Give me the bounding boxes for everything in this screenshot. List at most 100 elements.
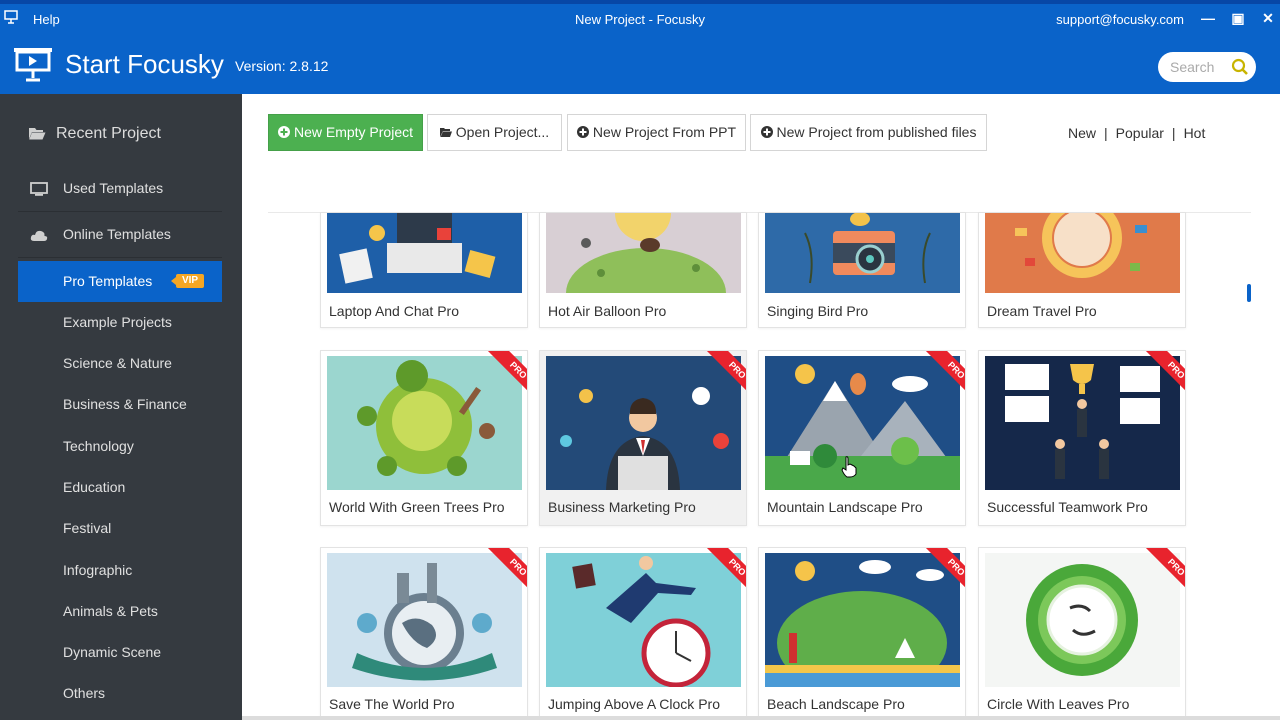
- pro-label: PRO: [706, 548, 746, 598]
- sidebar-item-label: Online Templates: [63, 226, 171, 242]
- maximize-button[interactable]: ▣: [1228, 8, 1248, 28]
- plus-circle-icon: [760, 126, 773, 138]
- sidebar-item-business-finance[interactable]: Business & Finance: [18, 384, 222, 425]
- sidebar-item-example-projects[interactable]: Example Projects: [18, 302, 222, 343]
- sidebar-item-dynamic-scene[interactable]: Dynamic Scene: [18, 632, 222, 673]
- title-bar: Help New Project - Focusky support@focus…: [0, 0, 1280, 38]
- pro-label: PRO: [487, 548, 527, 598]
- pro-ribbon: PRO: [477, 548, 527, 598]
- sidebar-item-technology[interactable]: Technology: [18, 426, 222, 467]
- template-name: Save The World Pro: [329, 696, 455, 712]
- sidebar-item-festival[interactable]: Festival: [18, 508, 222, 549]
- plus-circle-icon: [277, 126, 290, 138]
- separator: |: [1104, 125, 1108, 141]
- pro-ribbon: PRO: [1135, 351, 1185, 401]
- sidebar-item-label: Festival: [63, 520, 112, 536]
- template-thumbnail: [546, 213, 741, 293]
- support-email-link[interactable]: support@focusky.com: [1056, 12, 1184, 27]
- template-card-dream-travel[interactable]: Dream Travel Pro: [978, 212, 1186, 328]
- template-card-world-with-green-trees[interactable]: PRO World With Green Trees Pro: [320, 350, 528, 526]
- sort-hot-link[interactable]: Hot: [1184, 125, 1206, 141]
- sidebar-item-label: Science & Nature: [63, 355, 172, 371]
- pro-ribbon: PRO: [696, 351, 746, 401]
- pro-ribbon: PRO: [915, 351, 965, 401]
- template-name: World With Green Trees Pro: [329, 499, 505, 515]
- template-card-singing-bird[interactable]: Singing Bird Pro: [758, 212, 966, 328]
- sidebar-item-label: Pro Templates: [63, 273, 153, 289]
- sidebar-item-animals-pets[interactable]: Animals & Pets: [18, 591, 222, 632]
- sidebar-item-label: Others: [63, 685, 106, 701]
- new-project-from-ppt-button[interactable]: New Project From PPT: [567, 114, 746, 151]
- sidebar-item-used-templates[interactable]: Used Templates: [18, 166, 222, 212]
- pro-label: PRO: [1145, 548, 1185, 598]
- template-card-successful-teamwork[interactable]: PRO Successful Teamwork Pro: [978, 350, 1186, 526]
- sidebar-item-recent-project[interactable]: Recent Project: [0, 94, 242, 174]
- sort-popular-link[interactable]: Popular: [1116, 125, 1164, 141]
- template-card-laptop-and-chat[interactable]: Laptop And Chat Pro: [320, 212, 528, 328]
- pro-label: PRO: [925, 351, 965, 401]
- template-card-save-the-world[interactable]: PRO Save The World Pro: [320, 547, 528, 720]
- sidebar-item-label: Recent Project: [56, 125, 161, 142]
- template-name: Circle With Leaves Pro: [987, 696, 1130, 712]
- button-label: New Project from published files: [776, 124, 977, 140]
- template-name: Laptop And Chat Pro: [329, 303, 459, 319]
- sidebar: Recent Project Used Templates Online Tem…: [0, 94, 242, 720]
- template-thumbnail: [985, 213, 1180, 293]
- open-project-button[interactable]: Open Project...: [427, 114, 562, 151]
- pro-ribbon: PRO: [1135, 548, 1185, 598]
- pro-ribbon: PRO: [477, 351, 527, 401]
- folder-open-icon: [29, 128, 46, 140]
- pro-ribbon: PRO: [696, 548, 746, 598]
- template-name: Business Marketing Pro: [548, 499, 696, 515]
- sidebar-item-pro-templates[interactable]: Pro Templates VIP: [18, 261, 222, 302]
- template-card-business-marketing[interactable]: PRO Business Marketing Pro: [539, 350, 747, 526]
- close-button[interactable]: ✕: [1258, 8, 1278, 28]
- template-card-jumping-above-a-clock[interactable]: PRO Jumping Above A Clock Pro: [539, 547, 747, 720]
- template-card-beach-landscape[interactable]: PRO Beach Landscape Pro: [758, 547, 966, 720]
- plus-circle-icon: [576, 126, 589, 138]
- new-empty-project-button[interactable]: New Empty Project: [268, 114, 423, 151]
- folder-open-icon: [439, 128, 452, 137]
- template-name: Jumping Above A Clock Pro: [548, 696, 720, 712]
- pro-label: PRO: [706, 351, 746, 401]
- sort-new-link[interactable]: New: [1068, 125, 1096, 141]
- pro-ribbon: PRO: [915, 548, 965, 598]
- cloud-icon: [30, 230, 48, 241]
- sidebar-item-science-nature[interactable]: Science & Nature: [18, 343, 222, 384]
- sidebar-item-online-templates[interactable]: Online Templates: [18, 212, 222, 258]
- pro-label: PRO: [1145, 351, 1185, 401]
- search-input[interactable]: [1170, 58, 1226, 76]
- sidebar-item-label: Animals & Pets: [63, 603, 158, 619]
- template-name: Beach Landscape Pro: [767, 696, 905, 712]
- brand-title: Start Focusky: [65, 49, 224, 79]
- sidebar-item-label: Education: [63, 479, 126, 495]
- button-label: New Empty Project: [293, 124, 414, 140]
- template-card-mountain-landscape[interactable]: PRO Mountain Landscape Pro: [758, 350, 966, 526]
- new-project-from-published-button[interactable]: New Project from published files: [750, 114, 987, 151]
- sidebar-item-infographic[interactable]: Infographic: [18, 550, 222, 591]
- button-label: Open Project...: [455, 124, 550, 140]
- sidebar-item-education[interactable]: Education: [18, 467, 222, 508]
- bottom-edge: [242, 716, 1280, 720]
- minimize-button[interactable]: —: [1198, 8, 1218, 28]
- template-card-hot-air-balloon[interactable]: Hot Air Balloon Pro: [539, 212, 747, 328]
- button-label: New Project From PPT: [592, 124, 737, 140]
- scrollbar-thumb[interactable]: [1247, 284, 1251, 302]
- vip-badge: VIP: [171, 274, 204, 288]
- sidebar-item-label: Example Projects: [63, 314, 172, 330]
- version-label: Version: 2.8.12: [235, 58, 329, 74]
- sidebar-item-label: Technology: [63, 438, 134, 454]
- monitor-icon: [30, 182, 48, 196]
- template-thumbnail: [327, 213, 522, 293]
- sidebar-item-others[interactable]: Others: [18, 673, 222, 714]
- template-name: Successful Teamwork Pro: [987, 499, 1148, 515]
- title-bar-accent: [0, 0, 1280, 4]
- sidebar-item-label: Infographic: [63, 562, 133, 578]
- presentation-logo-icon: [14, 48, 52, 82]
- search-icon[interactable]: [1231, 58, 1249, 76]
- template-name: Hot Air Balloon Pro: [548, 303, 667, 319]
- template-name: Singing Bird Pro: [767, 303, 869, 319]
- search-box[interactable]: [1158, 52, 1256, 82]
- template-card-circle-with-leaves[interactable]: PRO Circle With Leaves Pro: [978, 547, 1186, 720]
- sidebar-item-label: Used Templates: [63, 180, 164, 196]
